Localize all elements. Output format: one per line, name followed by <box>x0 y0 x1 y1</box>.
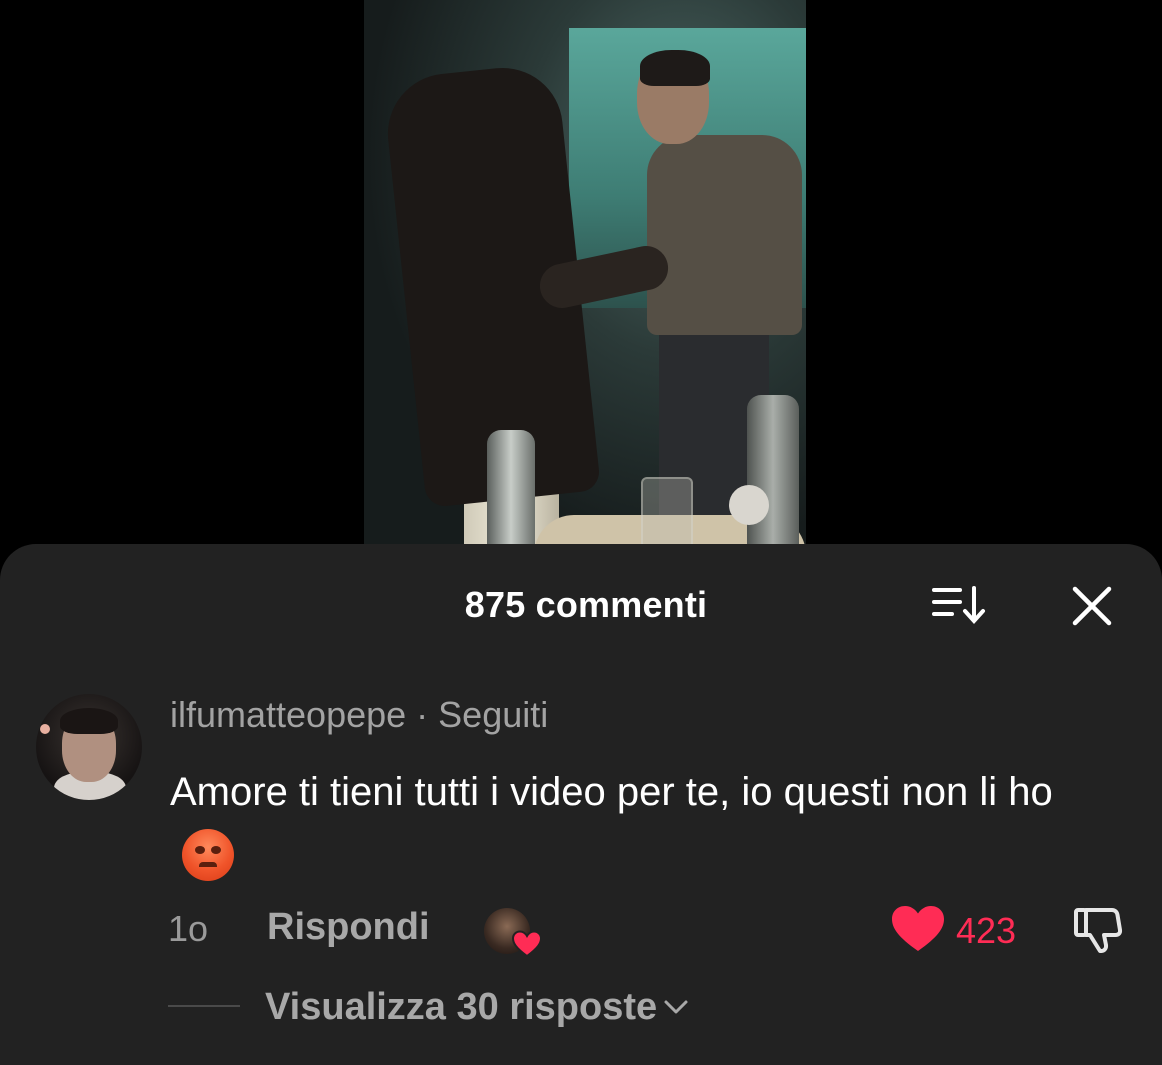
like-button[interactable] <box>890 904 946 954</box>
view-replies-label: Visualizza 30 risposte <box>265 986 658 1028</box>
comment-body: Amore ti tieni tutti i video per te, io … <box>170 760 1100 888</box>
relation-label: Seguiti <box>438 694 549 735</box>
comment-timestamp: 1o <box>168 908 209 949</box>
video-bottle <box>747 395 799 560</box>
thumbs-down-icon <box>1074 908 1123 953</box>
creator-liked-heart-icon <box>512 930 542 958</box>
close-icon <box>1072 586 1112 626</box>
replies-divider <box>168 1005 240 1007</box>
chevron-down-icon <box>664 1000 688 1014</box>
video-figure <box>647 135 802 335</box>
commenter-avatar[interactable] <box>36 694 142 800</box>
view-replies-button[interactable]: Visualizza 30 risposte <box>265 986 689 1029</box>
video-bottle <box>487 430 535 560</box>
like-count: 423 <box>956 910 1017 951</box>
comments-sheet: 875 commenti ilfumatteopepe · Seguiti Am… <box>0 544 1162 1065</box>
video-glass <box>641 477 693 549</box>
comment-username[interactable]: ilfumatteopepe <box>170 694 406 735</box>
heart-icon <box>892 906 944 951</box>
reply-button[interactable]: Rispondi <box>267 906 430 949</box>
angry-face-icon <box>182 829 234 881</box>
separator-dot: · <box>406 694 439 735</box>
comment-text: Amore ti tieni tutti i video per te, io … <box>170 770 1053 814</box>
video-figure <box>640 50 710 86</box>
dislike-button[interactable] <box>1072 904 1124 956</box>
video-player[interactable] <box>364 0 806 560</box>
sort-icon <box>932 586 985 624</box>
close-button[interactable] <box>1066 580 1118 632</box>
video-object <box>729 485 769 525</box>
sort-comments-button[interactable] <box>930 584 988 628</box>
comment-author-line: ilfumatteopepe · Seguiti <box>170 694 548 736</box>
